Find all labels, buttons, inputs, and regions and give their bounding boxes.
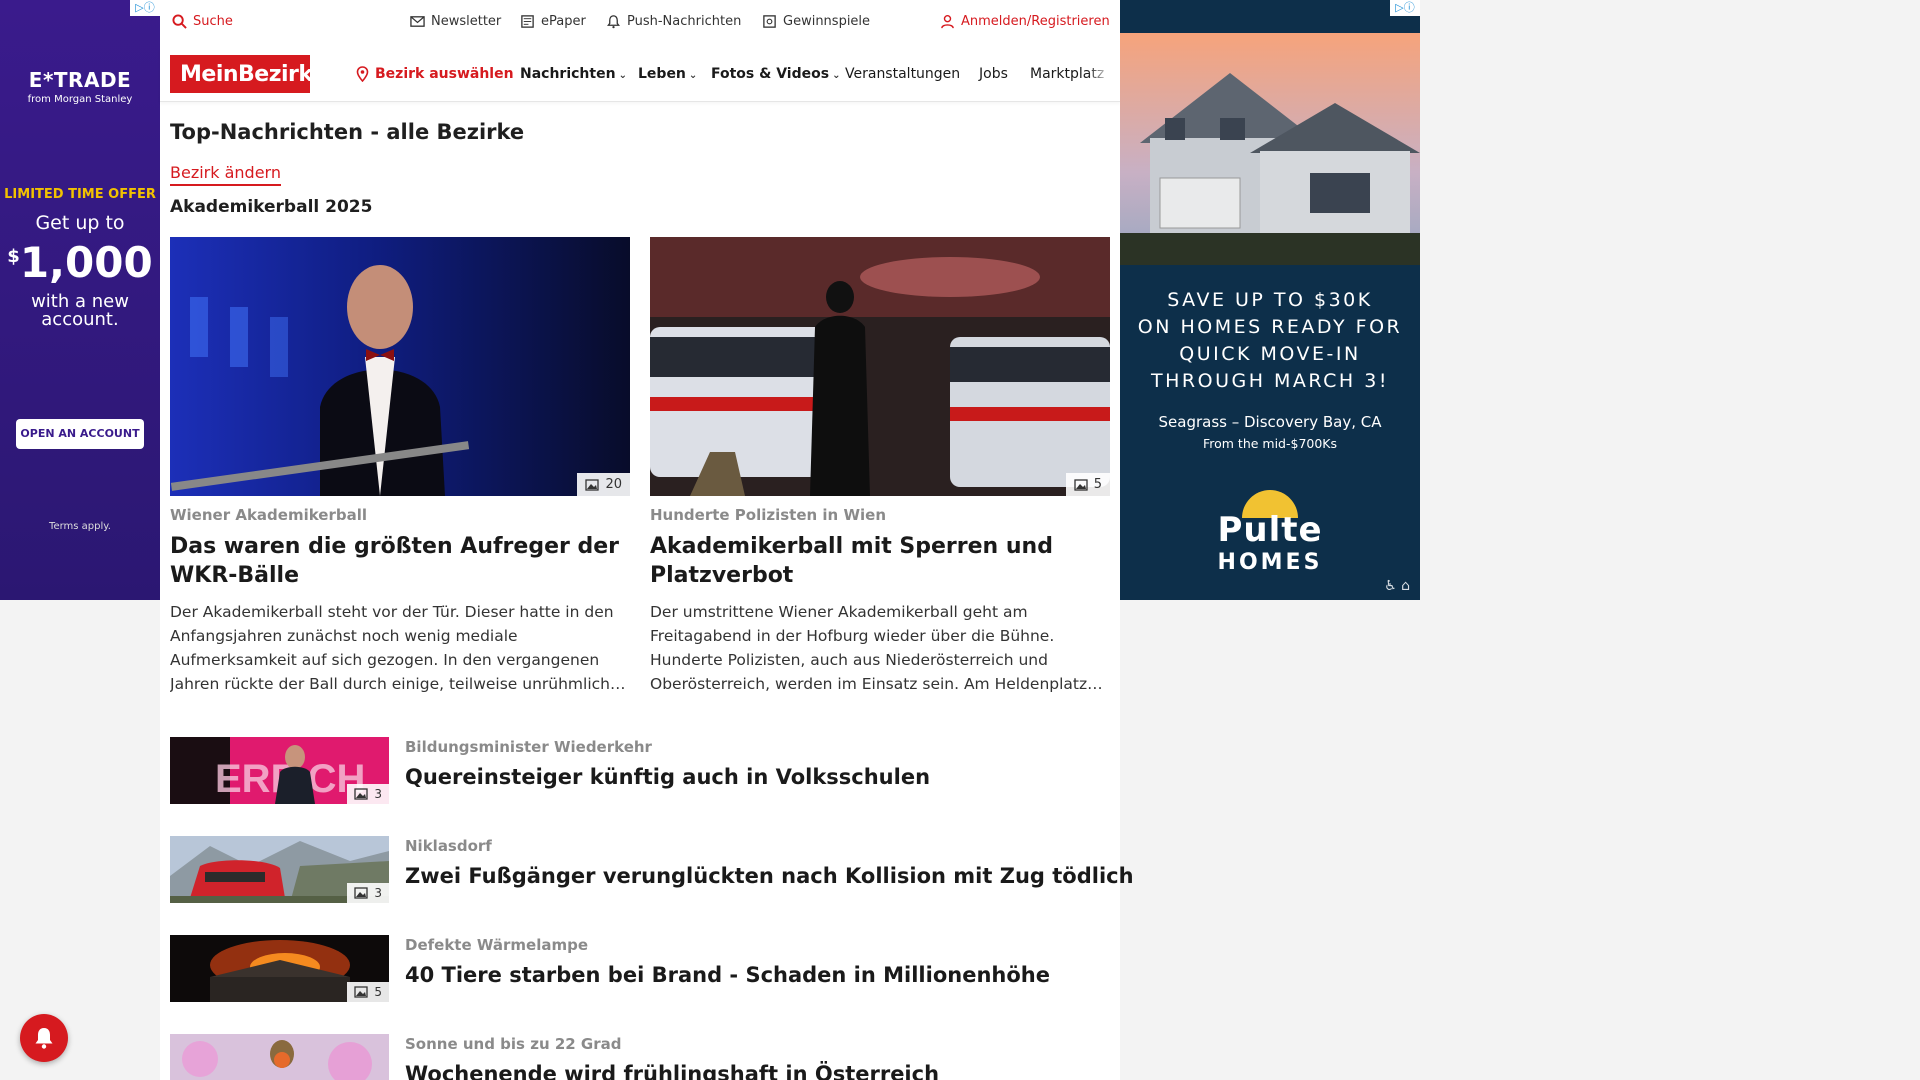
article-card[interactable]: 20 Wiener Akademikerball Das waren die g… [170,237,630,696]
notification-bell-button[interactable] [20,1014,68,1062]
list-item[interactable]: Sonne und bis zu 22 Grad Wochenende wird… [170,1034,1110,1080]
user-icon [941,14,954,29]
right-ad-banner[interactable]: ▷ⓘ SAVE UP TO $30K ON HOMES READY FOR QU… [1120,0,1420,600]
list-thumbnail[interactable]: ERP CH 3 [170,737,389,804]
mail-icon [410,16,425,27]
ad-price: From the mid-$700Ks [1202,436,1338,451]
main-navigation: MeinBezirk Bezirk auswählen Nachrichten ⌄… [160,48,1120,102]
bell-icon [35,1028,53,1049]
chevron-down-icon: ⌄ [688,70,698,81]
section-title: Akademikerball 2025 [170,197,373,217]
search-icon [172,14,187,29]
push-label: Push-Nachrichten [627,14,742,29]
location-pin-icon [356,66,369,82]
ad-terms: Terms apply. [49,521,111,532]
site-logo[interactable]: MeinBezirk [170,55,313,93]
ad-open-account-button[interactable]: OPEN AN ACCOUNT [16,419,144,449]
push-link[interactable]: Push-Nachrichten [606,14,741,29]
ad-get-text: Get up to [35,212,125,234]
ad-choices-icon[interactable]: ▷ⓘ [1390,0,1420,16]
ad-headline: SAVE UP TO $30K ON HOMES READY FOR QUICK… [1137,289,1403,392]
logo-text: MeinBezirk [180,61,313,87]
ad-brand-sub: HOMES [1217,550,1323,575]
photo-count-badge: 5 [1065,473,1110,496]
newsletter-link[interactable]: Newsletter [410,14,501,29]
list-thumbnail[interactable]: 5 [170,935,389,1002]
nav-marktplatz[interactable]: Marktplatz [1030,66,1112,82]
list-item[interactable]: 5 Defekte Wärmelampe 40 Tiere starben be… [170,935,1110,1003]
gewinnspiele-link[interactable]: Gewinnspiele [762,14,870,29]
list-title[interactable]: Wochenende wird frühlingshaft in Österre… [405,1062,939,1080]
left-ad-banner[interactable]: ▷ⓘ E*TRADE from Morgan Stanley LIMITED T… [0,0,160,600]
spring-photo [170,1034,389,1080]
ad-with-text: with a new account. [31,291,129,330]
gallery-icon [354,887,369,899]
gallery-icon [1074,478,1088,491]
bell-icon [607,15,620,29]
nav-leben[interactable]: Leben ⌄ [638,66,697,82]
list-title[interactable]: Quereinsteiger künftig auch in Volksschu… [405,765,930,789]
login-link[interactable]: Anmelden/Registrieren [940,14,1110,29]
newspaper-icon [521,15,534,28]
search-label: Suche [193,14,233,29]
list-item[interactable]: 3 Niklasdorf Zwei Fußgänger verunglückte… [170,836,1134,904]
list-kicker: Bildungsminister Wiederkehr [405,738,652,756]
list-thumbnail[interactable] [170,1034,389,1080]
change-bezirk-link[interactable]: Bezirk ändern [170,163,281,186]
gallery-icon [354,788,369,800]
ad-offer: LIMITED TIME OFFER [4,187,156,202]
newsletter-label: Newsletter [431,14,502,29]
gallery-icon [585,478,600,491]
photo-count-badge: 3 [347,784,389,804]
ad-brand: E*TRADE [28,68,132,92]
list-kicker: Sonne und bis zu 22 Grad [405,1035,622,1053]
photo-count-badge: 3 [347,883,389,903]
nav-veranstaltungen[interactable]: Veranstaltungen [845,66,960,82]
photo-count-badge: 20 [577,473,630,496]
nav-jobs[interactable]: Jobs [979,66,1008,82]
ad-brand-sub: from Morgan Stanley [27,94,133,105]
article-image[interactable]: 20 [170,237,630,496]
article-teaser: Der Akademikerball steht vor der Tür. Di… [170,603,626,693]
list-title[interactable]: Zwei Fußgänger verunglückten nach Kollis… [405,864,1134,888]
list-kicker: Niklasdorf [405,837,492,855]
gift-icon [763,15,776,28]
list-kicker: Defekte Wärmelampe [405,936,589,954]
list-title[interactable]: 40 Tiere starben bei Brand - Schaden in … [405,963,1050,987]
article-kicker: Hunderte Polizisten in Wien [650,506,886,524]
article-teaser: Der umstrittene Wiener Akademikerball ge… [650,603,1103,693]
epaper-label: ePaper [541,14,586,29]
bezirk-select[interactable]: Bezirk auswählen [356,66,514,82]
article-image[interactable]: 5 [650,237,1110,496]
page-title: Top-Nachrichten - alle Bezirke [170,120,525,144]
article-title[interactable]: Akademikerball mit Sperren und Platzverb… [650,532,1110,590]
login-label: Anmelden/Registrieren [961,14,1110,29]
ad-location: Seagrass – Discovery Bay, CA [1158,413,1382,431]
ad-house-image [1120,33,1420,265]
ad-choices-icon[interactable]: ▷ⓘ [130,0,160,16]
list-thumbnail[interactable]: 3 [170,836,389,903]
photo-count-badge: 5 [347,982,389,1002]
nav-fotos-videos[interactable]: Fotos & Videos ⌄ [711,66,840,82]
article-title[interactable]: Das waren die größten Aufreger der WKR-B… [170,532,630,590]
chevron-down-icon: ⌄ [618,70,627,81]
article-kicker: Wiener Akademikerball [170,506,368,524]
gallery-icon [354,986,369,998]
chevron-down-icon: ⌄ [832,70,841,81]
accessibility-icon: ♿ ⌂ [1384,578,1410,594]
epaper-link[interactable]: ePaper [520,14,586,29]
bezirk-label: Bezirk auswählen [375,66,514,82]
ad-amount: $1,000 [7,238,153,287]
nav-nachrichten[interactable]: Nachrichten ⌄ [520,66,627,82]
gewinnspiele-label: Gewinnspiele [783,14,871,29]
article-card[interactable]: 5 Hunderte Polizisten in Wien Akademiker… [650,237,1110,696]
ball-photo [170,237,630,496]
police-photo [650,237,1110,496]
list-item[interactable]: ERP CH 3 Bildungsminister Wiederkehr Que… [170,737,1110,805]
ad-brand: Pulte [1217,510,1323,550]
main-content: Suche Newsletter ePaper Push-Nachrichten… [160,0,1134,1080]
search-link[interactable]: Suche [172,14,233,29]
utility-bar: Suche Newsletter ePaper Push-Nachrichten… [160,0,1120,46]
